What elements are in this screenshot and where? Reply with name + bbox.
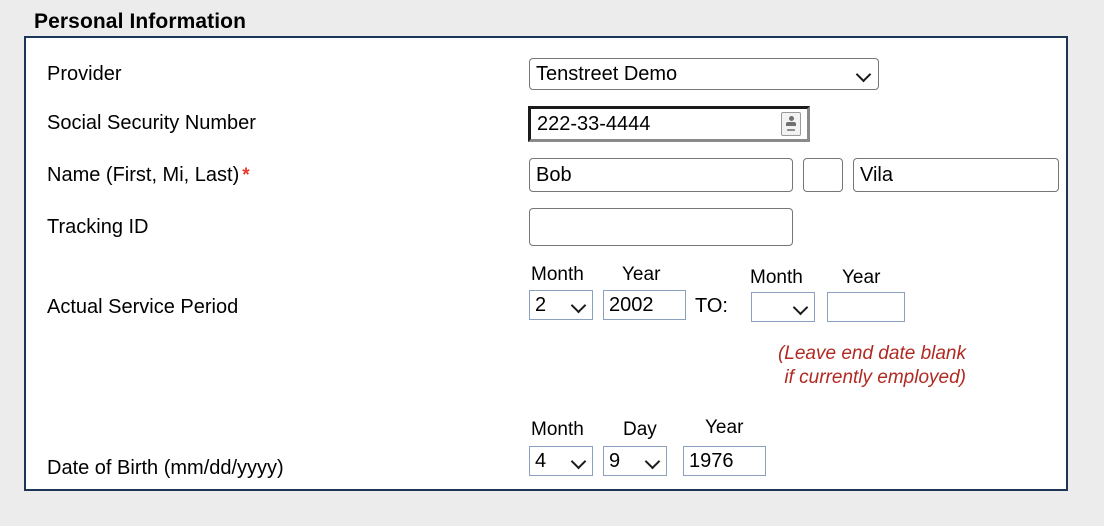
service-start-month-value: 2 (535, 294, 547, 316)
chevron-down-icon (571, 297, 587, 313)
service-start-year-label: Year (622, 264, 661, 285)
chevron-down-icon (856, 66, 872, 82)
provider-label: Provider (47, 63, 122, 85)
name-label: Name (First, Mi, Last) * (47, 163, 250, 188)
service-period-note-line1: (Leave end date blank (777, 343, 966, 364)
service-period-separator: TO: (695, 295, 728, 317)
service-end-year-input[interactable] (827, 292, 905, 322)
chevron-down-icon (645, 453, 661, 469)
service-end-month-label: Month (750, 267, 803, 288)
dob-month-select[interactable]: 4 (529, 446, 593, 476)
first-name-input[interactable]: Bob (529, 158, 793, 192)
last-name-input[interactable]: Vila (853, 158, 1059, 192)
service-start-year-value: 2002 (609, 294, 654, 316)
service-period-note: (Leave end date blank if currently emplo… (666, 342, 966, 390)
provider-select[interactable]: Tenstreet Demo (529, 58, 879, 90)
dob-day-label: Day (623, 419, 657, 440)
personal-information-form: Personal Information Provider Tenstreet … (0, 0, 1104, 526)
contact-card-icon[interactable] (781, 112, 801, 136)
service-start-year-input[interactable]: 2002 (603, 290, 686, 320)
chevron-down-icon (571, 453, 587, 469)
actual-service-period-label: Actual Service Period (47, 296, 239, 318)
last-name-value: Vila (860, 164, 893, 186)
middle-initial-input[interactable] (803, 158, 843, 192)
dob-year-label: Year (705, 417, 744, 438)
service-end-month-select[interactable] (751, 292, 815, 322)
dob-day-select[interactable]: 9 (603, 446, 667, 476)
service-start-month-label: Month (531, 264, 584, 285)
required-asterisk: * (242, 165, 250, 186)
first-name-value: Bob (536, 164, 572, 186)
tracking-id-input[interactable] (529, 208, 793, 246)
tracking-id-label: Tracking ID (47, 216, 149, 238)
service-period-note-line2: if currently employed) (784, 367, 966, 388)
dob-year-value: 1976 (689, 450, 734, 472)
social-security-number-input[interactable]: 222-33-4444 (528, 106, 810, 142)
social-security-number-label: Social Security Number (47, 112, 256, 134)
social-security-number-value: 222-33-4444 (537, 113, 651, 135)
service-end-year-label: Year (842, 267, 881, 288)
name-label-text: Name (First, Mi, Last) (47, 164, 240, 186)
dob-month-label: Month (531, 419, 584, 440)
chevron-down-icon (793, 299, 809, 315)
dob-day-value: 9 (609, 450, 621, 472)
dob-year-input[interactable]: 1976 (683, 446, 766, 476)
dob-month-value: 4 (535, 450, 547, 472)
personal-information-panel: Provider Tenstreet Demo Social Security … (24, 36, 1068, 491)
date-of-birth-label: Date of Birth (mm/dd/yyyy) (47, 457, 284, 479)
service-start-month-select[interactable]: 2 (529, 290, 593, 320)
provider-select-value: Tenstreet Demo (536, 63, 678, 85)
section-title: Personal Information (34, 10, 253, 34)
